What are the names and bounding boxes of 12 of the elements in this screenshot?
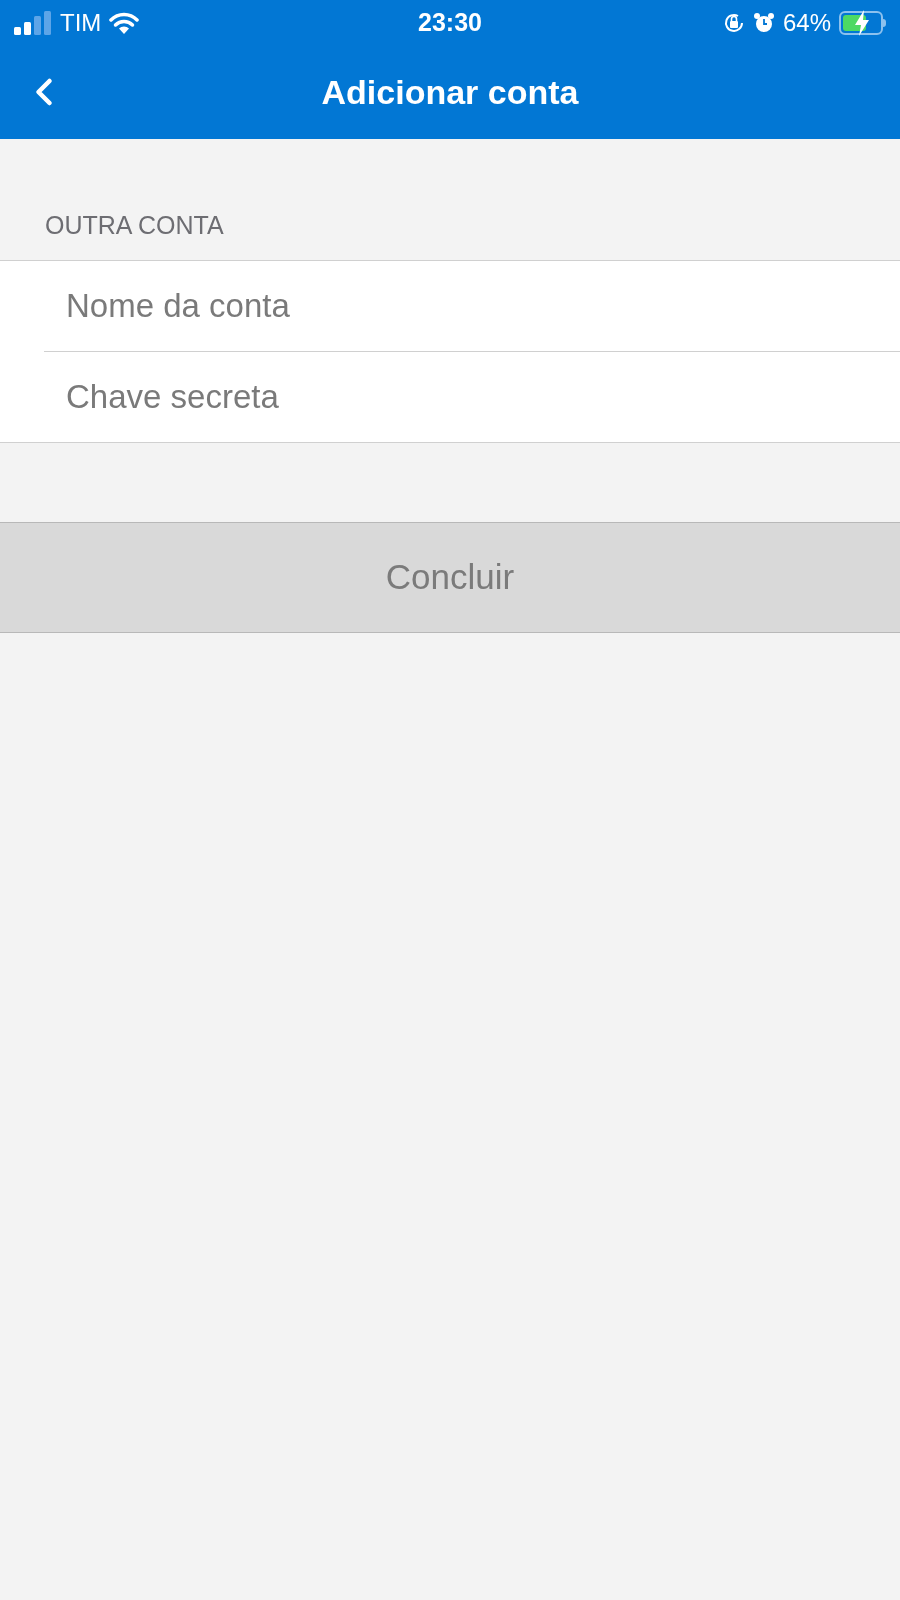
clock-time: 23:30 bbox=[418, 7, 482, 39]
battery-percentage: 64% bbox=[782, 8, 831, 38]
rotation-lock-icon bbox=[722, 12, 745, 34]
text-field[interactable]: Chave secreta bbox=[0, 352, 900, 442]
carrier-name: TIM bbox=[60, 8, 102, 38]
signal-icon bbox=[14, 11, 52, 35]
text-field[interactable]: Nome da conta bbox=[0, 261, 900, 351]
screen-title: Adicionar conta bbox=[321, 72, 579, 113]
battery-icon bbox=[839, 11, 886, 35]
alarm-icon bbox=[752, 12, 775, 34]
section-label: OUTRA CONTA bbox=[45, 209, 224, 241]
wifi-icon bbox=[109, 12, 140, 34]
